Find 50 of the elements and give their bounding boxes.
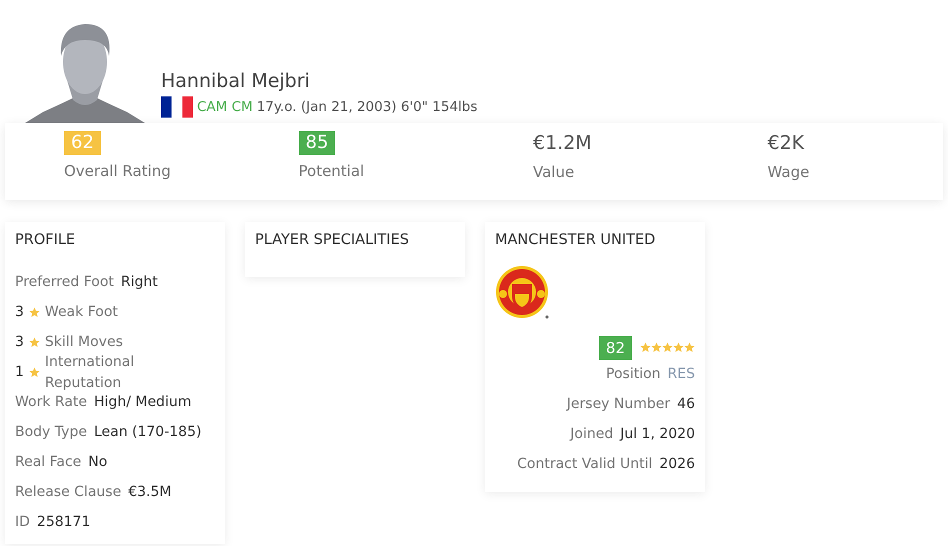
field-value: Right — [120, 273, 158, 292]
rating-number: 3 — [15, 303, 24, 322]
field-label: Work Rate — [15, 393, 88, 412]
field-value: 46 — [677, 395, 695, 414]
stat-label: Wage — [768, 162, 810, 183]
star-icon — [662, 342, 673, 354]
field-value: Jul 1, 2020 — [620, 425, 695, 444]
position-link[interactable]: RES — [668, 364, 695, 386]
field-label: Body Type — [15, 423, 87, 442]
stat-label: Value — [533, 162, 574, 183]
field-label: Skill Moves — [44, 333, 123, 352]
player-info: 17y.o. (Jan 21, 2003) 6'0" 154lbs — [256, 98, 478, 117]
field-label: Position — [606, 365, 661, 384]
field-label: Release Clause — [15, 483, 122, 502]
field-label: Weak Foot — [44, 303, 118, 322]
field-value: Lean (170-185) — [94, 423, 202, 442]
field-value: No — [88, 453, 108, 472]
field-label: Preferred Foot — [15, 273, 114, 292]
field-label: Jersey Number — [566, 395, 670, 414]
card-title: PLAYER SPECIALITIES — [255, 231, 409, 250]
stat-label: Potential — [298, 161, 364, 182]
rating-badge: 62 — [64, 131, 101, 155]
stat-value: €2K — [768, 131, 804, 155]
rating-number: 1 — [15, 363, 24, 382]
rating-badge: 82 — [598, 336, 632, 360]
star-icon — [28, 367, 40, 378]
rating-badge: 85 — [298, 131, 336, 155]
field-value: High/ Medium — [94, 393, 192, 412]
field-label: International Reputation — [44, 352, 136, 393]
field-value: 258171 — [36, 513, 90, 532]
field-value: €3.5M — [128, 483, 172, 502]
card-title: PROFILE — [15, 231, 76, 250]
field-value: 2026 — [659, 455, 695, 474]
star-icon — [651, 342, 662, 354]
star-icon — [28, 337, 40, 348]
field-label: Real Face — [15, 453, 82, 472]
rating-number: 3 — [15, 333, 24, 352]
star-icon — [640, 342, 651, 354]
field-label: ID — [15, 513, 30, 532]
stat-value: €1.2M — [533, 131, 592, 155]
star-icon — [28, 307, 40, 318]
star-icon — [673, 342, 684, 354]
stat-label: Overall Rating — [64, 161, 171, 182]
card-title: MANCHESTER UNITED — [495, 231, 656, 250]
player-name: Hannibal Mejbri — [161, 68, 311, 94]
field-label: Contract Valid Until — [517, 455, 652, 474]
flag-icon — [161, 95, 193, 119]
field-label: Joined — [570, 425, 614, 444]
star-icon — [684, 342, 695, 354]
positions-link[interactable]: CAM CM — [197, 96, 253, 118]
